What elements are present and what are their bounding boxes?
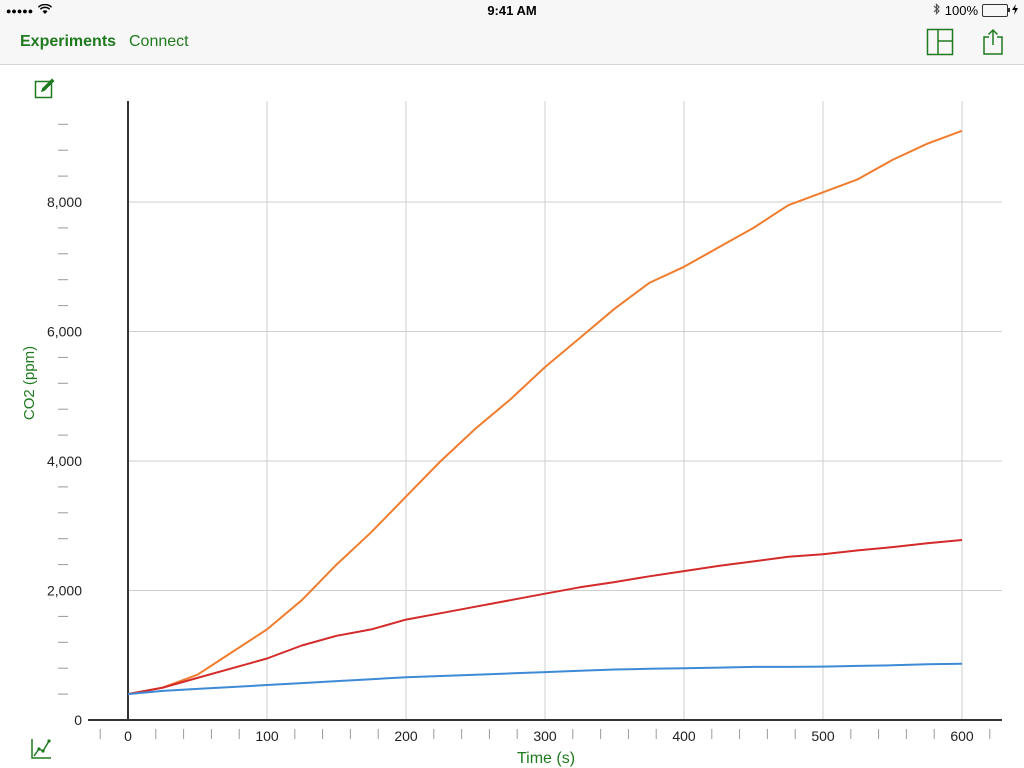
bluetooth-icon — [933, 3, 941, 18]
connect-tab[interactable]: Connect — [129, 33, 189, 51]
tick-labels: 0 2,000 4,000 6,000 8,000 0 100 200 300 400 500 600 — [47, 194, 974, 744]
y-tick-label: 0 — [74, 712, 82, 728]
x-tick-label: 400 — [672, 728, 696, 744]
experiments-tab[interactable]: Experiments — [20, 33, 116, 51]
grid-layer — [128, 101, 1002, 720]
x-tick-label: 500 — [811, 728, 835, 744]
y-tick-label: 4,000 — [47, 453, 82, 469]
charging-icon — [1012, 3, 1018, 18]
x-tick-label: 0 — [124, 728, 132, 744]
co2-chart: 0 2,000 4,000 6,000 8,000 0 100 200 300 400 500 600… — [21, 101, 1002, 767]
share-icon[interactable] — [982, 28, 1004, 61]
graph-settings-icon[interactable] — [30, 738, 52, 765]
x-tick-label: 200 — [394, 728, 418, 744]
y-axis-label: CO2 (ppm) — [21, 346, 38, 420]
x-tick-label: 600 — [950, 728, 974, 744]
status-time: 9:41 AM — [487, 3, 537, 18]
y-tick-label: 6,000 — [47, 324, 82, 340]
layout-icon[interactable] — [926, 28, 954, 61]
battery-icon — [982, 4, 1010, 17]
status-right: 100% — [933, 3, 1018, 18]
y-tick-label: 8,000 — [47, 194, 82, 210]
nav-bar: Experiments Connect — [0, 22, 1024, 65]
x-axis-label: Time (s) — [517, 750, 575, 767]
x-tick-label: 100 — [255, 728, 279, 744]
y-tick-label: 2,000 — [47, 583, 82, 599]
minor-ticks — [58, 123, 991, 739]
x-tick-label: 300 — [533, 728, 557, 744]
status-bar: ●●●●● 9:41 AM 100% — [0, 0, 1024, 22]
battery-percent: 100% — [944, 3, 978, 18]
